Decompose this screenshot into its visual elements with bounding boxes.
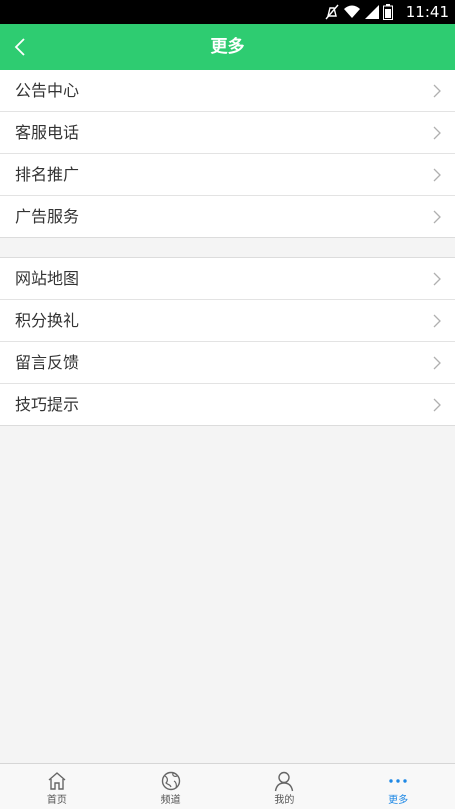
menu-group-2: 网站地图 积分换礼 留言反馈 技巧提示: [0, 257, 455, 426]
header-bar: 更多: [0, 24, 455, 70]
menu-item-label: 技巧提示: [15, 395, 80, 414]
mute-icon: [325, 4, 339, 20]
chevron-right-icon: [433, 168, 441, 182]
chevron-right-icon: [433, 126, 441, 140]
tab-mine[interactable]: 我的: [228, 764, 342, 809]
menu-item-customer-service[interactable]: 客服电话: [0, 112, 455, 154]
menu-item-label: 积分换礼: [15, 311, 80, 330]
menu-group-1: 公告中心 客服电话 排名推广 广告服务: [0, 70, 455, 238]
menu-item-ad-services[interactable]: 广告服务: [0, 196, 455, 237]
tab-label: 首页: [46, 795, 67, 806]
menu-item-label: 广告服务: [15, 207, 80, 226]
chevron-right-icon: [433, 272, 441, 286]
menu-item-label: 网站地图: [15, 269, 80, 288]
menu-item-tips[interactable]: 技巧提示: [0, 384, 455, 425]
menu-item-site-map[interactable]: 网站地图: [0, 258, 455, 300]
back-button[interactable]: [0, 24, 40, 70]
chevron-right-icon: [433, 314, 441, 328]
menu-item-points-exchange[interactable]: 积分换礼: [0, 300, 455, 342]
menu-item-label: 排名推广: [15, 165, 80, 184]
home-icon: [48, 772, 66, 790]
bottom-tab-bar: 首页 频道 我的 更多: [0, 763, 455, 809]
chevron-right-icon: [433, 356, 441, 370]
tab-channels[interactable]: 频道: [114, 764, 228, 809]
tab-label: 频道: [160, 795, 181, 806]
app-screen: 11:41 更多 公告中心 客服电话 排名推广 广告服务 网站地图 积分换礼 留…: [0, 0, 455, 809]
menu-item-label: 客服电话: [15, 123, 80, 142]
chevron-right-icon: [433, 398, 441, 412]
tab-label: 更多: [388, 795, 409, 806]
tab-more[interactable]: 更多: [341, 764, 455, 809]
globe-icon: [161, 771, 180, 791]
user-icon: [275, 771, 294, 792]
chevron-right-icon: [433, 210, 441, 224]
menu-item-feedback[interactable]: 留言反馈: [0, 342, 455, 384]
status-bar: 11:41: [0, 0, 455, 24]
more-icon: [389, 779, 407, 783]
page-title: 更多: [210, 37, 245, 57]
menu-item-announcements[interactable]: 公告中心: [0, 70, 455, 112]
battery-icon: [383, 4, 393, 20]
status-icons: [325, 3, 393, 21]
status-time: 11:41: [405, 3, 449, 21]
wifi-icon: [344, 5, 360, 18]
menu-item-label: 留言反馈: [15, 353, 80, 372]
tab-label: 我的: [274, 795, 295, 806]
chevron-right-icon: [433, 84, 441, 98]
chevron-left-icon: [14, 38, 25, 56]
menu-item-label: 公告中心: [15, 81, 80, 100]
tab-home[interactable]: 首页: [0, 764, 114, 809]
signal-icon: [365, 5, 379, 19]
menu-item-ranking-promotion[interactable]: 排名推广: [0, 154, 455, 196]
